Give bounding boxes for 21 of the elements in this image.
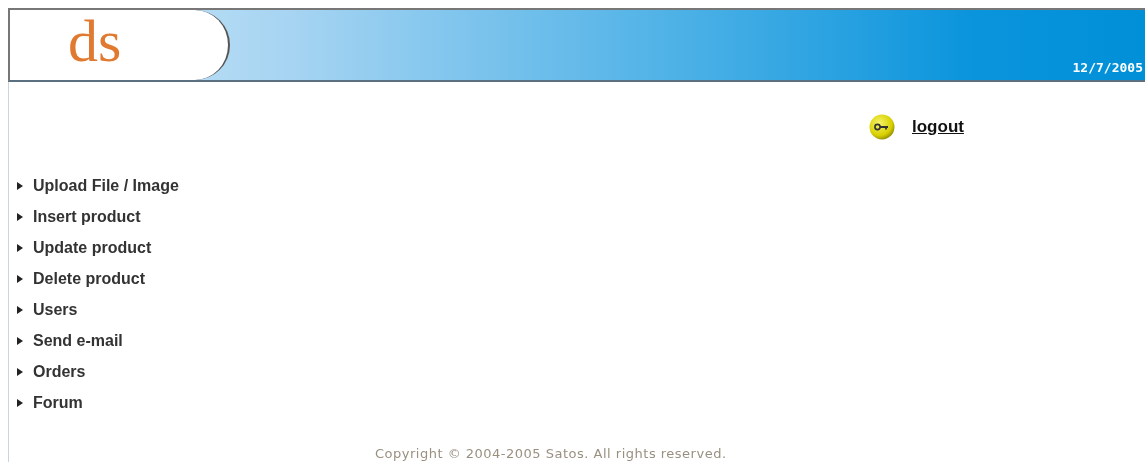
triangle-icon [17,243,23,252]
menu-link[interactable]: Users [33,300,78,319]
triangle-icon [17,274,23,283]
copyright-text: Copyright © 2004-2005 Satos. All rights reserved. [375,446,727,461]
triangle-icon [17,305,23,314]
logo: ds [68,11,122,71]
menu-link[interactable]: Delete product [33,269,145,288]
menu-link[interactable]: Insert product [33,207,141,226]
logout-link[interactable]: logout [912,117,964,137]
menu-link[interactable]: Upload File / Image [33,176,179,195]
triangle-icon [17,367,23,376]
triangle-icon [17,398,23,407]
menu-link[interactable]: Update product [33,238,152,257]
menu-link[interactable]: Send e-mail [33,331,123,350]
triangle-icon [17,212,23,221]
menu-link[interactable]: Orders [33,362,86,381]
triangle-icon [17,181,23,190]
menu-link[interactable]: Forum [33,393,83,412]
date: 12/7/2005 [1072,60,1143,75]
key-icon[interactable] [869,114,895,140]
triangle-icon [17,336,23,345]
